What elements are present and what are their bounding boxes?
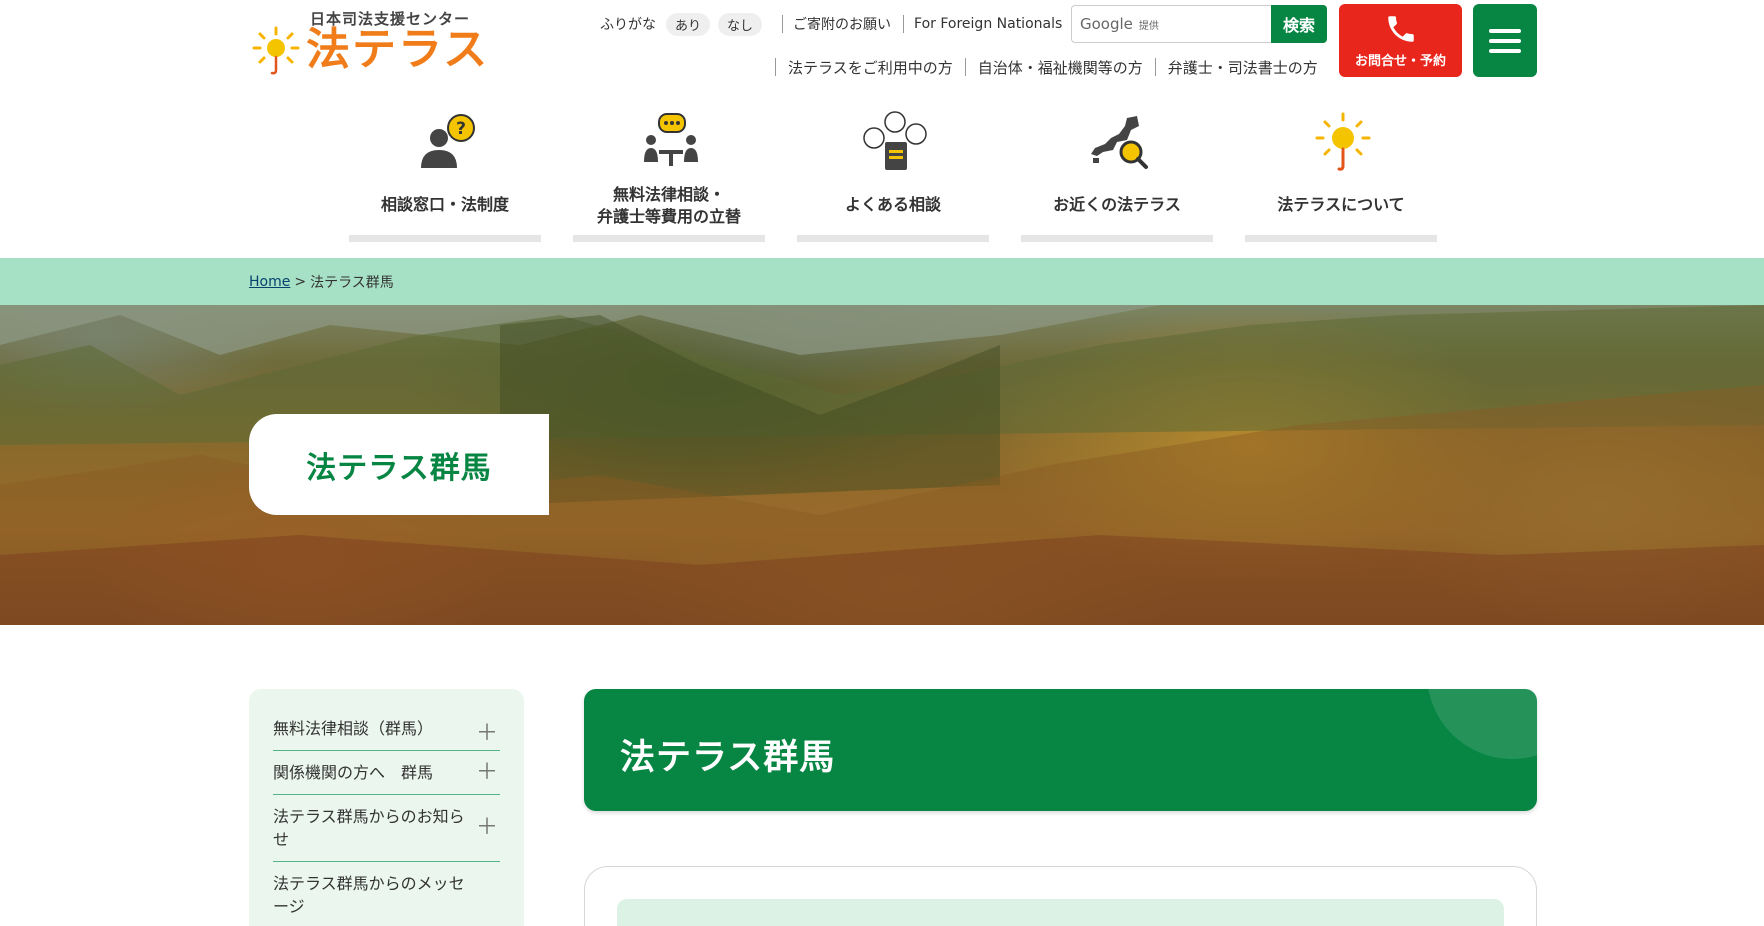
- furigana-label: ふりがな: [600, 17, 656, 33]
- breadcrumb: Home > 法テラス群馬: [0, 258, 1764, 305]
- furigana-off-button[interactable]: なし: [718, 12, 763, 36]
- audience-link-municipal[interactable]: 自治体・福祉機関等の方: [978, 57, 1143, 78]
- divider: [775, 58, 776, 76]
- phone-icon: [1387, 16, 1414, 42]
- breadcrumb-current: 法テラス群馬: [310, 274, 394, 291]
- hamburger-icon: [1489, 48, 1521, 53]
- sidebar-item-agencies[interactable]: 関係機関の方へ 群馬 ＋: [273, 751, 500, 795]
- sun-umbrella-logo-icon: [252, 26, 300, 75]
- hamburger-icon: [1489, 38, 1521, 43]
- hero-title-card: 法テラス群馬: [249, 414, 549, 515]
- nav-label: 相談窓口・法制度: [380, 195, 509, 214]
- page-heading: 法テラス群馬: [584, 689, 1537, 811]
- divider: [1154, 58, 1156, 76]
- nav-item-faq[interactable]: よくある相談: [797, 108, 989, 242]
- sidebar-item-label: 無料法律相談（群馬）: [273, 719, 434, 738]
- hamburger-icon: [1489, 28, 1521, 33]
- nav-label-line: 弁護士等費用の立替: [596, 207, 741, 226]
- sun-umbrella-icon: [1315, 112, 1371, 171]
- menu-button[interactable]: [1473, 4, 1537, 77]
- sidebar-item-news[interactable]: 法テラス群馬からのお知らせ ＋: [273, 795, 500, 862]
- svg-text:?: ?: [456, 119, 466, 139]
- nav-underline: [349, 235, 541, 242]
- sidebar-item-free-legal-gunma[interactable]: 無料法律相談（群馬） ＋: [273, 713, 500, 751]
- nav-label: 法テラスについて: [1277, 195, 1405, 214]
- utility-links: ふりがな あり なし ご寄附のお願い For Foreign Nationals: [600, 12, 1062, 36]
- sidebar-item-message[interactable]: 法テラス群馬からのメッセージ: [273, 862, 500, 926]
- audience-link-lawyers[interactable]: 弁護士・司法書士の方: [1168, 57, 1318, 78]
- divider: [903, 15, 905, 33]
- heading-decoration: [1427, 689, 1537, 759]
- japan-map-search-icon: [1091, 116, 1148, 169]
- sidebar-item-label: 関係機関の方へ 群馬: [273, 763, 434, 782]
- main-nav: ? 相談窓口・法制度 無料法律相談・ 弁護士等費用の立替 よくある相談 お近くの…: [349, 108, 1437, 242]
- search-input[interactable]: Google 提供: [1071, 5, 1273, 43]
- divider: [964, 58, 966, 76]
- breadcrumb-home-link[interactable]: Home: [249, 274, 290, 290]
- content-panel: [584, 866, 1537, 926]
- nav-item-nearby-office[interactable]: お近くの法テラス: [1021, 108, 1213, 242]
- nav-underline: [797, 235, 989, 242]
- person-question-icon: ?: [421, 114, 475, 168]
- donation-link[interactable]: ご寄附のお願い: [793, 14, 891, 34]
- search-button[interactable]: 検索: [1271, 5, 1327, 43]
- logo-title: 法テラス: [306, 24, 490, 75]
- nav-underline: [1021, 235, 1213, 242]
- plus-icon[interactable]: ＋: [476, 722, 498, 745]
- breadcrumb-separator: >: [294, 273, 307, 290]
- sidebar-item-label: 法テラス群馬からのメッセージ: [273, 874, 465, 916]
- plus-icon[interactable]: ＋: [476, 761, 498, 784]
- sidebar-item-label: 法テラス群馬からのお知らせ: [273, 807, 465, 849]
- hero-title: 法テラス群馬: [306, 450, 492, 486]
- nav-underline: [1245, 235, 1437, 242]
- plus-icon[interactable]: ＋: [476, 817, 498, 839]
- nav-label: 無料法律相談・ 弁護士等費用の立替: [573, 184, 765, 228]
- search-brand-sub: 提供: [1138, 20, 1159, 32]
- content-inner-panel: [617, 899, 1504, 926]
- nav-item-free-legal[interactable]: 無料法律相談・ 弁護士等費用の立替: [573, 108, 765, 242]
- search-brand: Google: [1080, 15, 1133, 33]
- nav-label: よくある相談: [844, 195, 941, 214]
- nav-item-consultation[interactable]: ? 相談窓口・法制度: [349, 108, 541, 242]
- consultation-icon: [644, 113, 698, 166]
- foreign-nationals-link[interactable]: For Foreign Nationals: [914, 16, 1062, 32]
- audience-link-users[interactable]: 法テラスをご利用中の方: [788, 57, 953, 78]
- audience-links: 法テラスをご利用中の方 自治体・福祉機関等の方 弁護士・司法書士の方: [775, 56, 1318, 78]
- sidebar-menu: 無料法律相談（群馬） ＋ 関係機関の方へ 群馬 ＋ 法テラス群馬からのお知らせ …: [249, 689, 524, 926]
- faq-bubbles-icon: [863, 111, 927, 170]
- hero-banner: 法テラス群馬: [0, 305, 1764, 625]
- site-logo[interactable]: 日本司法支援センター 法テラス: [250, 8, 487, 76]
- nav-underline: [573, 235, 765, 242]
- divider: [782, 15, 784, 33]
- contact-button[interactable]: お問合せ・予約: [1339, 4, 1462, 77]
- nav-label-line: 無料法律相談・: [612, 185, 725, 204]
- contact-label: お問合せ・予約: [1354, 54, 1446, 69]
- furigana-on-button[interactable]: あり: [666, 12, 711, 36]
- page-title: 法テラス群馬: [620, 738, 836, 778]
- nav-item-about[interactable]: 法テラスについて: [1245, 108, 1437, 242]
- nav-label: お近くの法テラス: [1053, 195, 1181, 214]
